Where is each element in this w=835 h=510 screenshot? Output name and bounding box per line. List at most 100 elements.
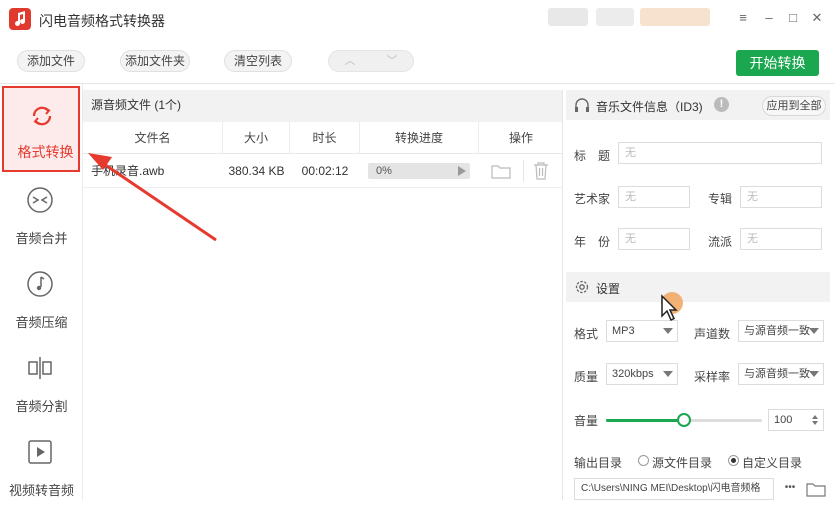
quality-select[interactable]: 320kbps [606,363,678,385]
minimize-icon[interactable]: – [760,9,778,27]
delete-icon[interactable] [533,162,549,180]
title-label: 标 题 [574,149,611,163]
volume-slider-fill [606,419,684,422]
file-size: 380.34 KB [228,164,285,178]
start-convert-button[interactable]: 开始转换 [736,50,819,76]
toolbar: 添加文件 添加文件夹 清空列表 ︿ ﹀ 开始转换 [0,38,835,84]
split-icon [28,357,52,379]
settings-panel: 音乐文件信息（ID3) ! 应用到全部 标 题 无 艺术家 无 专辑 无 年 份… [566,90,835,500]
column-header: 大小 [223,122,290,154]
column-header: 转换进度 [360,122,479,154]
file-list-panel: 源音频文件 (1个) 文件名 大小 时长 转换进度 操作 手机录音.awb 38… [83,90,563,500]
volume-label: 音量 [574,414,599,428]
output-path-field[interactable]: C:\Users\NING MEI\Desktop\闪电音频格 [574,478,774,500]
volume-value: 100 [774,414,793,426]
custom-dir-radio[interactable] [728,455,739,466]
sidebar-item-video-to-audio[interactable]: 视频转音频 [0,426,83,510]
genre-field[interactable]: 无 [740,228,822,250]
move-up-icon[interactable]: ︿ [329,51,371,71]
volume-slider-handle[interactable] [677,413,691,427]
samplerate-value: 与源音频一致 [744,368,810,380]
settings-title: 设置 [596,282,621,296]
sidebar-item-audio-compress[interactable]: 音频压缩 [0,258,83,342]
quality-value: 320kbps [612,368,654,380]
browse-folder-icon[interactable] [806,481,826,497]
move-down-icon[interactable]: ﹀ [371,51,413,71]
channels-label: 声道数 [694,327,731,341]
refresh-icon [32,106,52,126]
format-select[interactable]: MP3 [606,320,678,342]
stepper-arrows-icon[interactable] [811,414,819,426]
mouse-cursor-icon [661,294,678,322]
info-icon[interactable]: ! [714,97,729,112]
format-value: MP3 [612,325,635,337]
open-folder-icon[interactable] [491,163,511,179]
sidebar-item-audio-merge[interactable]: 音频合并 [0,174,83,258]
apply-to-all-button[interactable]: 应用到全部 [762,96,826,116]
sidebar-item-format-convert[interactable]: 格式转换 [2,86,80,172]
play-icon [28,440,52,464]
album-label: 专辑 [708,192,733,206]
file-duration: 00:02:12 [301,164,349,178]
move-buttons: ︿ ﹀ [328,50,414,72]
sidebar-item-label: 视频转音频 [8,483,74,498]
table-row[interactable]: 手机录音.awb 380.34 KB 00:02:12 0% [83,154,563,188]
divider [523,160,524,182]
blurred-area [548,8,588,26]
progress-value: 0% [376,165,392,177]
album-field[interactable]: 无 [740,186,822,208]
id3-section-header: 音乐文件信息（ID3) ! 应用到全部 [566,90,830,120]
samplerate-select[interactable]: 与源音频一致 [738,363,824,385]
sidebar-item-label: 音频压缩 [15,315,68,330]
column-header: 文件名 [83,122,223,154]
source-dir-label: 源文件目录 [652,456,713,470]
column-header: 时长 [290,122,360,154]
chevron-down-icon [809,371,819,377]
app-logo-icon [9,8,31,30]
table-header: 文件名 大小 时长 转换进度 操作 [83,122,563,154]
artist-field[interactable]: 无 [618,186,690,208]
output-dir-label: 输出目录 [574,456,623,470]
channels-select[interactable]: 与源音频一致 [738,320,824,342]
sidebar-item-audio-split[interactable]: 音频分割 [0,342,83,426]
volume-slider[interactable] [606,413,762,427]
source-dir-radio[interactable] [638,455,649,466]
id3-title: 音乐文件信息（ID3) [596,100,703,114]
blurred-area [640,8,710,26]
file-list-header: 源音频文件 (1个) [83,90,563,122]
add-folder-button[interactable]: 添加文件夹 [120,50,190,72]
panel-divider [562,90,563,500]
headphones-icon [575,98,589,112]
play-arrow-icon [458,166,466,176]
music-note-icon [27,271,53,297]
menu-icon[interactable]: ≡ [734,9,752,27]
year-field[interactable]: 无 [618,228,690,250]
more-button[interactable]: ••• [778,478,802,500]
app-title: 闪电音频格式转换器 [39,13,165,29]
year-label: 年 份 [574,235,611,249]
title-field[interactable]: 无 [618,142,822,164]
format-label: 格式 [574,327,599,341]
title-bar: 闪电音频格式转换器 ≡ – □ ✕ [0,0,835,38]
clear-list-button[interactable]: 清空列表 [224,50,292,72]
sidebar-item-label: 音频合并 [15,231,68,246]
channels-value: 与源音频一致 [744,325,810,337]
add-file-button[interactable]: 添加文件 [17,50,85,72]
convert-progress: 0% [368,163,470,179]
custom-dir-label: 自定义目录 [742,456,803,470]
blurred-area [596,8,634,26]
artist-label: 艺术家 [574,192,611,206]
column-header: 操作 [508,131,533,145]
quality-label: 质量 [574,370,599,384]
volume-stepper[interactable]: 100 [768,409,824,431]
sidebar-item-label: 格式转换 [17,144,74,160]
chevron-down-icon [663,371,673,377]
close-icon[interactable]: ✕ [808,9,826,27]
merge-icon [27,187,53,213]
sidebar-item-label: 音频分割 [15,399,68,414]
chevron-down-icon [809,328,819,334]
genre-label: 流派 [708,235,733,249]
samplerate-label: 采样率 [694,370,731,384]
maximize-icon[interactable]: □ [784,9,802,27]
settings-section-header: 设置 [566,272,830,302]
